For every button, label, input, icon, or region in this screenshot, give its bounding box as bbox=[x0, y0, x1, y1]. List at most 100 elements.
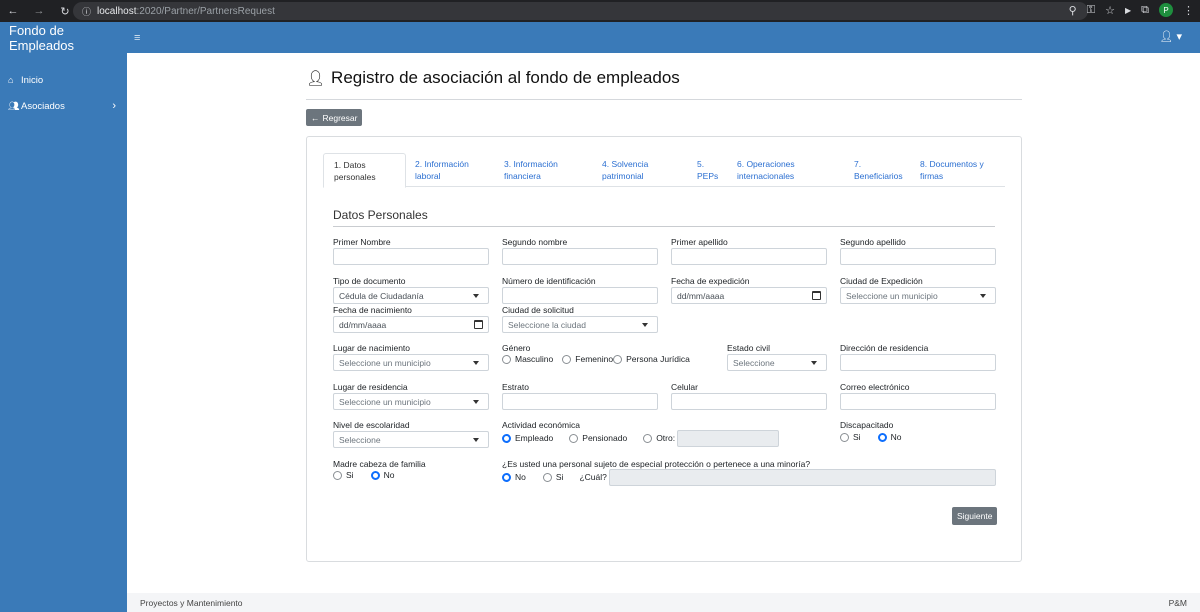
page-title: 👤︎ Registro de asociación al fondo de em… bbox=[306, 68, 680, 88]
label-primer-nombre: Primer Nombre bbox=[333, 237, 391, 247]
radio-proteccion-si[interactable]: Si bbox=[542, 472, 563, 482]
tab-bar: 1. Datos personales 2. Información labor… bbox=[323, 153, 1005, 188]
arrow-left-icon: ← bbox=[311, 112, 320, 123]
media-play-icon[interactable]: ▶ bbox=[1125, 6, 1131, 15]
tab-operaciones-internacionales[interactable]: 6. Operaciones internacionales bbox=[727, 153, 837, 187]
tab-label: 3. Información bbox=[504, 159, 558, 169]
radio-madre-si[interactable]: Si bbox=[333, 470, 354, 480]
caret-down-icon bbox=[811, 361, 817, 365]
radio-empleado[interactable]: Empleado bbox=[502, 433, 553, 443]
tab-label: financiera bbox=[504, 171, 541, 181]
tab-datos-personales[interactable]: 1. Datos personales bbox=[323, 153, 406, 188]
tipo-documento-select[interactable]: Cédula de Ciudadanía bbox=[333, 287, 489, 304]
page-title-text: Registro de asociación al fondo de emple… bbox=[331, 68, 680, 87]
bookmark-star-icon[interactable]: ☆ bbox=[1105, 4, 1115, 17]
madre-cabeza-radio-group: Si No bbox=[333, 470, 394, 480]
sidebar-item-inicio[interactable]: ⌂ Inicio bbox=[0, 67, 127, 93]
back-button[interactable]: ← Regresar bbox=[306, 109, 363, 126]
label-ciudad-solicitud: Ciudad de solicitud bbox=[502, 305, 574, 315]
address-bar[interactable]: ⓘ localhost:2020/Partner/PartnersRequest bbox=[73, 2, 1088, 20]
tab-label: 2. Información bbox=[415, 159, 469, 169]
radio-madre-no[interactable]: No bbox=[370, 470, 395, 480]
tab-solvencia-patrimonial[interactable]: 4. Solvencia patrimonial bbox=[592, 153, 682, 187]
estrato-input[interactable] bbox=[502, 393, 658, 410]
url-host: localhost bbox=[97, 5, 137, 17]
tab-beneficiarios[interactable]: 7. Beneficiarios bbox=[844, 153, 914, 187]
tab-label: Beneficiarios bbox=[854, 171, 903, 181]
radio-discapacitado-no[interactable]: No bbox=[877, 432, 901, 442]
radio-pensionado[interactable]: Pensionado bbox=[569, 433, 627, 443]
celular-input[interactable] bbox=[671, 393, 827, 410]
nivel-escolaridad-select[interactable]: Seleccione bbox=[333, 431, 489, 448]
form-card: 1. Datos personales 2. Información labor… bbox=[306, 136, 1022, 562]
calendar-icon[interactable] bbox=[812, 291, 821, 300]
date-value: dd/mm/aaaa bbox=[339, 319, 387, 330]
direccion-residencia-input[interactable] bbox=[840, 354, 996, 371]
numero-identificacion-input[interactable] bbox=[502, 287, 658, 304]
primer-nombre-input[interactable] bbox=[333, 248, 489, 265]
radio-persona-juridica[interactable]: Persona Jurídica bbox=[613, 354, 690, 364]
ciudad-expedicion-select[interactable]: Seleccione un municipio bbox=[840, 287, 996, 304]
url-path: :2020/Partner/PartnersRequest bbox=[136, 5, 275, 17]
calendar-icon[interactable] bbox=[474, 320, 483, 329]
next-button[interactable]: Siguiente bbox=[952, 507, 998, 525]
label-celular: Celular bbox=[671, 382, 698, 392]
tab-documentos-firmas[interactable]: 8. Documentos y firmas bbox=[910, 153, 1005, 187]
browser-menu-icon[interactable]: ⋮ bbox=[1183, 4, 1194, 17]
zoom-icon[interactable]: ⚲ bbox=[1069, 4, 1077, 17]
radio-otro[interactable]: Otro: bbox=[643, 433, 675, 443]
label-primer-apellido: Primer apellido bbox=[671, 237, 728, 247]
label-fecha-expedicion: Fecha de expedición bbox=[671, 276, 750, 286]
radio-femenino[interactable]: Femenino bbox=[562, 354, 613, 364]
otro-actividad-input bbox=[677, 430, 779, 447]
reload-icon[interactable]: ↻ bbox=[56, 5, 74, 18]
correo-input[interactable] bbox=[840, 393, 996, 410]
label-correo: Correo electrónico bbox=[840, 382, 910, 392]
radio-label: No bbox=[383, 470, 395, 480]
tab-informacion-laboral[interactable]: 2. Información laboral bbox=[405, 153, 495, 187]
tab-label: 6. Operaciones bbox=[737, 159, 795, 169]
lugar-residencia-select[interactable]: Seleccione un municipio bbox=[333, 393, 489, 410]
radio-label: No bbox=[515, 472, 526, 482]
fecha-nacimiento-input[interactable]: dd/mm/aaaa bbox=[333, 316, 489, 333]
fecha-expedicion-input[interactable]: dd/mm/aaaa bbox=[671, 287, 827, 304]
label-discapacitado: Discapacitado bbox=[840, 420, 894, 430]
site-info-icon[interactable]: ⓘ bbox=[82, 5, 91, 18]
tab-label: personales bbox=[334, 172, 376, 182]
tab-informacion-financiera[interactable]: 3. Información financiera bbox=[494, 153, 589, 187]
tab-label: patrimonial bbox=[602, 171, 644, 181]
tab-label: 8. Documentos y bbox=[920, 159, 984, 169]
footer-right: P&M bbox=[1168, 597, 1187, 608]
radio-proteccion-no[interactable]: No bbox=[502, 472, 526, 482]
sidebar-item-asociados[interactable]: 👥︎ Asociados › bbox=[0, 93, 127, 119]
password-key-icon[interactable]: ⚿ bbox=[1087, 4, 1095, 17]
select-placeholder: Seleccione bbox=[339, 434, 381, 445]
lugar-nacimiento-select[interactable]: Seleccione un municipio bbox=[333, 354, 489, 371]
select-placeholder: Seleccione bbox=[733, 357, 775, 368]
brand-title[interactable]: Fondo de Empleados bbox=[0, 23, 130, 53]
forward-arrow-icon[interactable]: → bbox=[30, 5, 48, 17]
cual-label: ¿Cuál? bbox=[579, 472, 607, 482]
extensions-icon[interactable]: ⧉ bbox=[1141, 4, 1149, 17]
label-estrato: Estrato bbox=[502, 382, 529, 392]
radio-label: Pensionado bbox=[582, 433, 628, 443]
menu-toggle-icon[interactable]: ≡ bbox=[134, 32, 140, 44]
main-content: 👤︎ Registro de asociación al fondo de em… bbox=[127, 53, 1200, 593]
primer-apellido-input[interactable] bbox=[671, 248, 827, 265]
profile-avatar[interactable]: P bbox=[1159, 3, 1173, 17]
label-fecha-nacimiento: Fecha de nacimiento bbox=[333, 305, 412, 315]
segundo-nombre-input[interactable] bbox=[502, 248, 658, 265]
app-header: Fondo de Empleados ≡ 👤︎ ▾ bbox=[0, 22, 1200, 53]
ciudad-solicitud-select[interactable]: Seleccione la ciudad bbox=[502, 316, 658, 333]
segundo-apellido-input[interactable] bbox=[840, 248, 996, 265]
user-menu-icon[interactable]: 👤︎ ▾ bbox=[1159, 30, 1182, 43]
label-lugar-nacimiento: Lugar de nacimiento bbox=[333, 343, 411, 353]
radio-masculino[interactable]: Masculino bbox=[502, 354, 553, 364]
radio-label: Masculino bbox=[515, 354, 554, 364]
estado-civil-select[interactable]: Seleccione bbox=[727, 354, 827, 371]
back-arrow-icon[interactable]: ← bbox=[4, 5, 22, 17]
caret-down-icon bbox=[473, 294, 479, 298]
radio-discapacitado-si[interactable]: Si bbox=[840, 432, 861, 442]
tab-peps[interactable]: 5. PEPs bbox=[687, 153, 727, 187]
caret-down-icon bbox=[642, 323, 648, 327]
